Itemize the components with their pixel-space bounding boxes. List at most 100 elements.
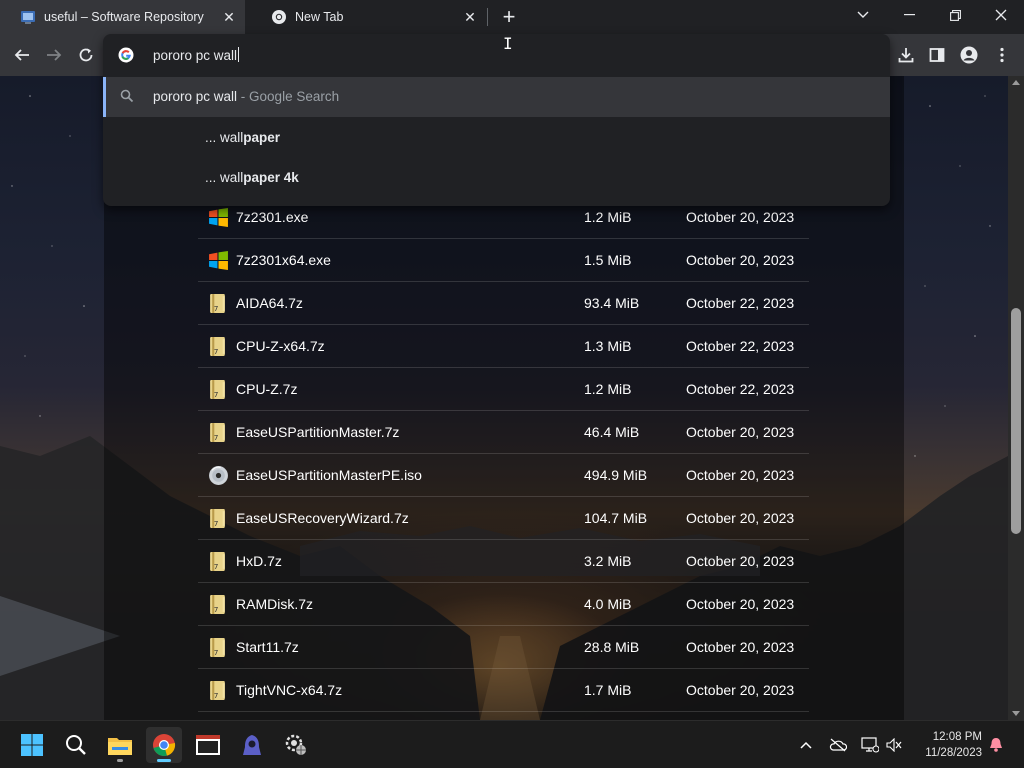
file-row[interactable]: 7z2301x64.exe 1.5 MiB October 20, 2023 <box>198 239 809 282</box>
arrow-left-icon <box>14 49 29 61</box>
address-bar[interactable]: pororo pc wall <box>103 34 890 76</box>
text-caret <box>238 47 240 62</box>
file-name-link[interactable]: EaseUSPartitionMasterPE.iso <box>236 467 422 483</box>
file-date: October 22, 2023 <box>686 338 795 354</box>
windows-exe-icon <box>209 208 228 227</box>
scroll-up-arrow-icon[interactable] <box>1012 80 1020 85</box>
tab-divider <box>487 8 488 26</box>
profile-button[interactable] <box>954 40 984 70</box>
tab-software-repository[interactable]: useful – Software Repository ✕ <box>0 0 245 34</box>
file-name-link[interactable]: EaseUSPartitionMaster.7z <box>236 424 399 440</box>
file-name-link[interactable]: AIDA64.7z <box>236 295 303 311</box>
notification-bell-icon[interactable] <box>986 735 1006 755</box>
svg-text:7: 7 <box>214 304 219 313</box>
file-size: 28.8 MiB <box>584 639 640 655</box>
clock-time: 12:08 PM <box>932 731 982 743</box>
arrow-right-icon <box>47 49 62 61</box>
active-indicator <box>157 759 171 762</box>
suggestion-wallpaper[interactable]: ... wallpaper <box>103 117 890 157</box>
back-button[interactable] <box>7 40 37 70</box>
windows-taskbar: 12:08 PM 11/28/2023 <box>0 720 1024 768</box>
onedrive-offline-icon[interactable] <box>828 735 848 755</box>
file-name-link[interactable]: CPU-Z.7z <box>236 381 297 397</box>
address-input-value: pororo pc wall <box>153 48 238 63</box>
side-panel-button[interactable] <box>922 40 952 70</box>
file-date: October 22, 2023 <box>686 295 795 311</box>
reload-button[interactable] <box>71 40 101 70</box>
tab-search-chevron-icon[interactable] <box>840 0 886 30</box>
chrome-menu-button[interactable] <box>987 40 1017 70</box>
gear-globe-app-icon <box>285 734 306 755</box>
file-row[interactable]: 7 EaseUSPartitionMaster.7z 46.4 MiB October… <box>198 411 809 454</box>
svg-text:7: 7 <box>214 691 219 700</box>
file-name-link[interactable]: 7z2301.exe <box>236 209 308 225</box>
start-button[interactable] <box>14 727 50 763</box>
file-date: October 20, 2023 <box>686 596 795 612</box>
scroll-down-arrow-icon[interactable] <box>1012 711 1020 716</box>
file-row[interactable]: 7 TightVNC-x64.7z 1.7 MiB October 20, 2023 <box>198 669 809 712</box>
file-name-link[interactable]: HxD.7z <box>236 553 282 569</box>
file-row[interactable]: 7 HxD.7z 3.2 MiB October 20, 2023 <box>198 540 809 583</box>
minimize-button[interactable] <box>886 0 932 30</box>
file-size: 93.4 MiB <box>584 295 640 311</box>
network-icon[interactable] <box>860 735 880 755</box>
terminal-app-button[interactable] <box>190 727 226 763</box>
archive-7z-icon: 7 <box>210 337 225 356</box>
file-explorer-icon <box>108 738 132 755</box>
show-hidden-icons-chevron-icon[interactable] <box>796 735 816 755</box>
close-window-button[interactable] <box>978 0 1024 30</box>
chrome-icon <box>153 734 176 756</box>
file-name-link[interactable]: CPU-Z-x64.7z <box>236 338 325 354</box>
search-icon <box>66 735 86 755</box>
file-name-link[interactable]: 7z2301x64.exe <box>236 252 331 268</box>
suggestion-text: ... wallpaper 4k <box>205 170 299 185</box>
file-size: 1.2 MiB <box>584 381 632 397</box>
file-row[interactable]: 7 RAMDisk.7z 4.0 MiB October 20, 2023 <box>198 583 809 626</box>
suggestion-wallpaper-4k[interactable]: ... wallpaper 4k <box>103 157 890 197</box>
file-size: 1.5 MiB <box>584 252 632 268</box>
scrollbar-thumb[interactable] <box>1011 308 1021 534</box>
close-tab-icon[interactable]: ✕ <box>219 7 239 27</box>
file-date: October 20, 2023 <box>686 553 795 569</box>
archive-7z-icon: 7 <box>210 681 225 700</box>
close-tab-icon[interactable]: ✕ <box>460 7 480 27</box>
tab-new-tab[interactable]: New Tab ✕ <box>251 0 486 34</box>
google-g-icon <box>118 47 134 63</box>
file-name-link[interactable]: RAMDisk.7z <box>236 596 313 612</box>
file-size: 1.3 MiB <box>584 338 632 354</box>
file-row[interactable]: 7 CPU-Z-x64.7z 1.3 MiB October 22, 2023 <box>198 325 809 368</box>
file-name-link[interactable]: TightVNC-x64.7z <box>236 682 342 698</box>
file-row[interactable]: 7 EaseUSRecoveryWizard.7z 104.7 MiB October… <box>198 497 809 540</box>
archive-7z-icon: 7 <box>210 423 225 442</box>
file-row[interactable]: 7 Start11.7z 28.8 MiB October 20, 2023 <box>198 626 809 669</box>
suggestion-google-search[interactable]: pororo pc wall - Google Search <box>103 77 890 117</box>
file-name-link[interactable]: EaseUSRecoveryWizard.7z <box>236 510 409 526</box>
file-row[interactable]: EaseUSPartitionMasterPE.iso 494.9 MiB Octo… <box>198 454 809 497</box>
windows-exe-icon <box>209 251 228 270</box>
file-size: 4.0 MiB <box>584 596 632 612</box>
file-name-link[interactable]: Start11.7z <box>236 639 299 655</box>
file-size: 104.7 MiB <box>584 510 648 526</box>
hooded-figure-app-button[interactable] <box>234 727 270 763</box>
gear-globe-app-button[interactable] <box>278 727 314 763</box>
tab-strip: useful – Software Repository ✕ New Tab ✕… <box>0 0 1024 34</box>
address-input[interactable]: pororo pc wall <box>153 47 240 63</box>
taskbar-search-button[interactable] <box>58 727 94 763</box>
file-date: October 20, 2023 <box>686 209 795 225</box>
forward-button[interactable] <box>39 40 69 70</box>
volume-muted-icon[interactable] <box>884 735 904 755</box>
file-explorer-button[interactable] <box>102 727 138 763</box>
system-clock[interactable]: 12:08 PM 11/28/2023 <box>912 729 982 761</box>
file-row[interactable]: 7 AIDA64.7z 93.4 MiB October 22, 2023 <box>198 282 809 325</box>
downloads-button[interactable] <box>891 40 921 70</box>
windows-start-icon <box>21 734 43 756</box>
new-tab-button[interactable]: + <box>496 4 522 30</box>
restore-button[interactable] <box>932 0 978 30</box>
file-date: October 20, 2023 <box>686 682 795 698</box>
page-scrollbar[interactable] <box>1008 76 1024 720</box>
file-row[interactable]: 7 CPU-Z.7z 1.2 MiB October 22, 2023 <box>198 368 809 411</box>
archive-7z-icon: 7 <box>210 509 225 528</box>
chrome-taskbar-button[interactable] <box>146 727 182 763</box>
svg-text:7: 7 <box>214 433 219 442</box>
chrome-favicon-icon <box>272 10 286 24</box>
